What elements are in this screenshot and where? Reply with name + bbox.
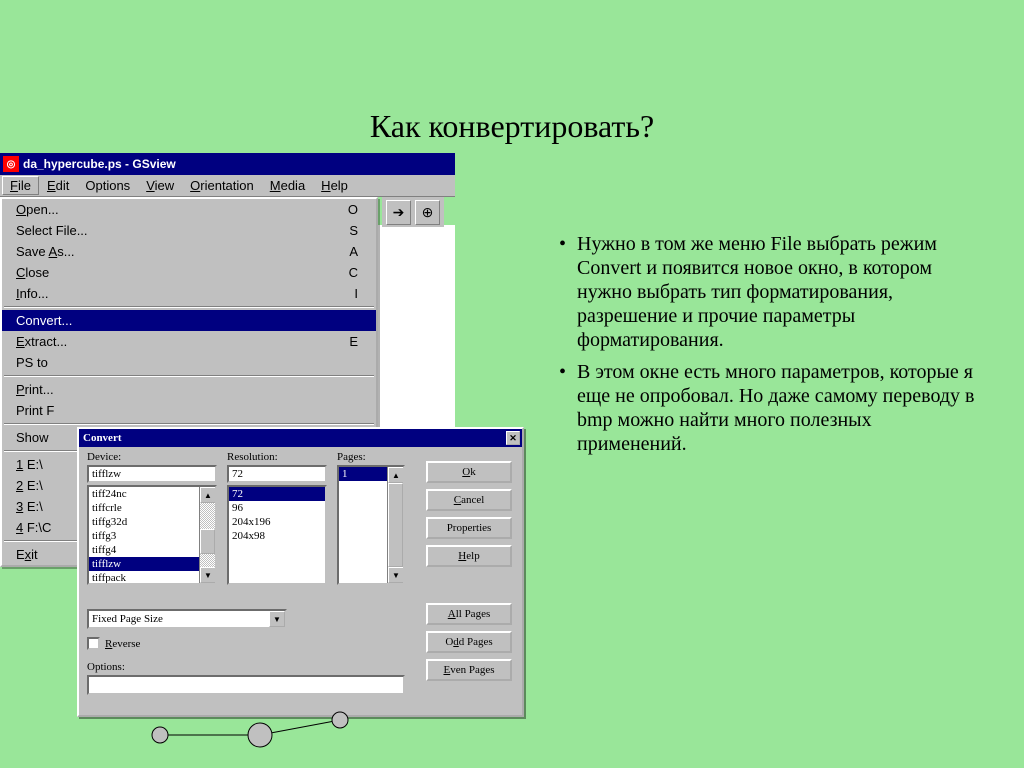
list-item[interactable]: 72 [229, 487, 325, 501]
scroll-down-icon[interactable]: ▼ [388, 567, 404, 583]
menu-convert[interactable]: Convert... [2, 310, 376, 331]
menu-extract[interactable]: Extract...E [2, 331, 376, 352]
menu-view[interactable]: View [138, 176, 182, 195]
reverse-checkbox[interactable]: Reverse [87, 637, 140, 650]
menu-open[interactable]: Open...O [2, 199, 376, 220]
graph-decoration [140, 710, 390, 760]
menu-print[interactable]: Print... [2, 379, 376, 400]
scroll-up-icon[interactable]: ▲ [388, 467, 404, 483]
ok-button[interactable]: Ok [426, 461, 512, 483]
close-icon[interactable]: ✕ [506, 431, 520, 445]
bullet-1: Нужно в том же меню File выбрать режим C… [577, 232, 979, 352]
arrow-right-icon[interactable]: ➔ [386, 200, 411, 225]
app-window: ◎ da_hypercube.ps - GSview File Edit Opt… [0, 153, 455, 197]
menu-orientation[interactable]: Orientation [182, 176, 262, 195]
even-pages-button[interactable]: Even Pages [426, 659, 512, 681]
menu-options[interactable]: Options [77, 176, 138, 195]
odd-pages-button[interactable]: Odd Pages [426, 631, 512, 653]
menu-select-file[interactable]: Select File...S [2, 220, 376, 241]
menu-ps-to[interactable]: PS to [2, 352, 376, 373]
scrollbar[interactable]: ▲ ▼ [387, 467, 403, 583]
list-item[interactable]: tiffg4 [89, 543, 215, 557]
resolution-input[interactable] [227, 465, 327, 483]
help-button[interactable]: Help [426, 545, 512, 567]
separator [4, 375, 374, 377]
checkbox-icon[interactable] [87, 637, 100, 650]
toolbar: ➔ ⊕ [382, 197, 444, 227]
list-item[interactable]: 204x98 [229, 529, 325, 543]
scroll-up-icon[interactable]: ▲ [200, 487, 216, 503]
menu-info[interactable]: Info...I [2, 283, 376, 304]
properties-button[interactable]: Properties [426, 517, 512, 539]
list-item[interactable]: tiffpack [89, 571, 215, 585]
chevron-down-icon[interactable]: ▼ [269, 611, 285, 627]
list-item[interactable]: 96 [229, 501, 325, 515]
window-title: da_hypercube.ps - GSview [23, 157, 176, 171]
separator [4, 423, 374, 425]
list-item[interactable]: tiffcrle [89, 501, 215, 515]
dialog-titlebar: Convert ✕ [79, 429, 522, 447]
list-item[interactable]: tiffg32d [89, 515, 215, 529]
app-icon: ◎ [3, 156, 19, 172]
menubar: File Edit Options View Orientation Media… [0, 175, 455, 197]
scroll-down-icon[interactable]: ▼ [200, 567, 216, 583]
pages-listbox[interactable]: 1 ▲ ▼ [337, 465, 405, 585]
bullet-2: В этом окне есть много параметров, котор… [577, 360, 979, 456]
device-label: Device: [87, 451, 217, 463]
device-listbox[interactable]: tiff24nc tiffcrle tiffg32d tiffg3 tiffg4… [87, 485, 217, 585]
all-pages-button[interactable]: All Pages [426, 603, 512, 625]
convert-dialog: Convert ✕ Device: tiff24nc tiffcrle tiff… [77, 427, 524, 717]
menu-print-f[interactable]: Print F [2, 400, 376, 421]
list-item[interactable]: tiffg3 [89, 529, 215, 543]
pages-label: Pages: [337, 451, 405, 463]
menu-edit[interactable]: Edit [39, 176, 77, 195]
separator [4, 306, 374, 308]
options-label: Options: [87, 661, 125, 673]
cancel-button[interactable]: Cancel [426, 489, 512, 511]
menu-file[interactable]: File [2, 176, 39, 195]
slide-body: •Нужно в том же меню File выбрать режим … [559, 232, 979, 464]
slide-title: Как конвертировать? [0, 0, 1024, 145]
resolution-label: Resolution: [227, 451, 327, 463]
menu-media[interactable]: Media [262, 176, 313, 195]
menu-save-as[interactable]: Save As...A [2, 241, 376, 262]
dialog-title: Convert [83, 432, 122, 444]
page-size-combo[interactable]: Fixed Page Size ▼ [87, 609, 287, 629]
resolution-listbox[interactable]: 72 96 204x196 204x98 [227, 485, 327, 585]
menu-close[interactable]: CloseC [2, 262, 376, 283]
list-item[interactable]: tifflzw [89, 557, 215, 571]
zoom-in-icon[interactable]: ⊕ [415, 200, 440, 225]
menu-help[interactable]: Help [313, 176, 356, 195]
list-item[interactable]: 204x196 [229, 515, 325, 529]
titlebar: ◎ da_hypercube.ps - GSview [0, 153, 455, 175]
list-item[interactable]: tiff24nc [89, 487, 215, 501]
options-input[interactable] [87, 675, 405, 695]
device-input[interactable] [87, 465, 217, 483]
scrollbar[interactable]: ▲ ▼ [199, 487, 215, 583]
